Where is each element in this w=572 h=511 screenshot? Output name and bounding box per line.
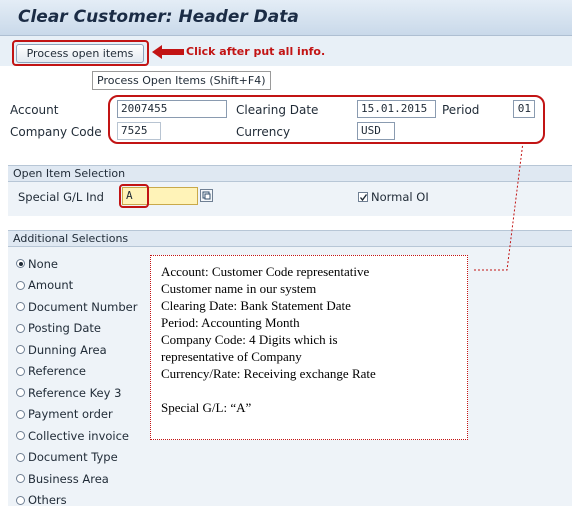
radio-option[interactable]: Posting Date <box>16 318 146 340</box>
note-line: Account: Customer Code representative <box>161 263 457 280</box>
radio-option-label: Reference Key 3 <box>28 386 121 400</box>
radio-unselected-icon[interactable] <box>16 281 25 290</box>
normal-oi-checkbox[interactable] <box>358 192 368 202</box>
company-code-label: Company Code <box>10 125 102 139</box>
radio-option[interactable]: Reference <box>16 361 146 383</box>
radio-unselected-icon[interactable] <box>16 302 25 311</box>
radio-option[interactable]: Amount <box>16 275 146 297</box>
special-gl-label: Special G/L Ind <box>18 190 104 204</box>
radio-option-label: Reference <box>28 364 86 378</box>
radio-unselected-icon[interactable] <box>16 367 25 376</box>
radio-option[interactable]: Collective invoice <box>16 425 146 447</box>
radio-option[interactable]: Dunning Area <box>16 339 146 361</box>
radio-option[interactable]: Business Area <box>16 468 146 490</box>
radio-option-label: Amount <box>28 278 73 292</box>
normal-oi-label: Normal OI <box>371 190 429 204</box>
search-help-icon[interactable] <box>200 189 213 202</box>
note-line: Special G/L: “A” <box>161 399 457 416</box>
radio-selected-icon[interactable] <box>16 259 25 268</box>
button-tooltip: Process Open Items (Shift+F4) <box>92 71 271 90</box>
checkmark-icon <box>359 193 368 202</box>
radio-unselected-icon[interactable] <box>16 345 25 354</box>
radio-option-label: Others <box>28 493 67 507</box>
radio-option-label: Document Number <box>28 300 137 314</box>
arrow-left-icon <box>152 45 184 59</box>
radio-option[interactable]: Payment order <box>16 404 146 426</box>
annotation-note: Account: Customer Code representative Cu… <box>150 255 468 440</box>
radio-option[interactable]: None <box>16 253 146 275</box>
note-line: Clearing Date: Bank Statement Date <box>161 297 457 314</box>
radio-unselected-icon[interactable] <box>16 410 25 419</box>
special-gl-highlight <box>119 184 149 208</box>
radio-unselected-icon[interactable] <box>16 474 25 483</box>
annotation-connector <box>465 140 535 275</box>
radio-unselected-icon[interactable] <box>16 453 25 462</box>
selection-radio-group: None Amount Document Number Posting Date Dun… <box>16 253 146 511</box>
radio-option-label: Collective invoice <box>28 429 129 443</box>
radio-option[interactable]: Document Type <box>16 447 146 469</box>
radio-option-label: None <box>28 257 58 271</box>
radio-option[interactable]: Others <box>16 490 146 511</box>
radio-option[interactable]: Reference Key 3 <box>16 382 146 404</box>
note-line: representative of Company <box>161 348 457 365</box>
radio-unselected-icon[interactable] <box>16 496 25 505</box>
radio-option[interactable]: Document Number <box>16 296 146 318</box>
radio-unselected-icon[interactable] <box>16 431 25 440</box>
radio-option-label: Business Area <box>28 472 109 486</box>
window-title: Clear Customer: Header Data <box>18 7 299 27</box>
note-line: Currency/Rate: Receiving exchange Rate <box>161 365 457 382</box>
note-line: Customer name in our system <box>161 280 457 297</box>
account-label: Account <box>10 103 58 117</box>
note-line: Period: Accounting Month <box>161 314 457 331</box>
radio-unselected-icon[interactable] <box>16 324 25 333</box>
normal-oi-option[interactable]: Normal OI <box>358 190 429 204</box>
header-fields-highlight <box>108 95 545 144</box>
radio-unselected-icon[interactable] <box>16 388 25 397</box>
process-open-items-button[interactable]: Process open items <box>16 44 144 63</box>
radio-option-label: Document Type <box>28 450 118 464</box>
callout-text: Click after put all info. <box>186 45 325 58</box>
radio-option-label: Dunning Area <box>28 343 107 357</box>
radio-option-label: Payment order <box>28 407 113 421</box>
note-line: Company Code: 4 Digits which is <box>161 331 457 348</box>
radio-option-label: Posting Date <box>28 321 101 335</box>
note-line <box>161 382 457 399</box>
